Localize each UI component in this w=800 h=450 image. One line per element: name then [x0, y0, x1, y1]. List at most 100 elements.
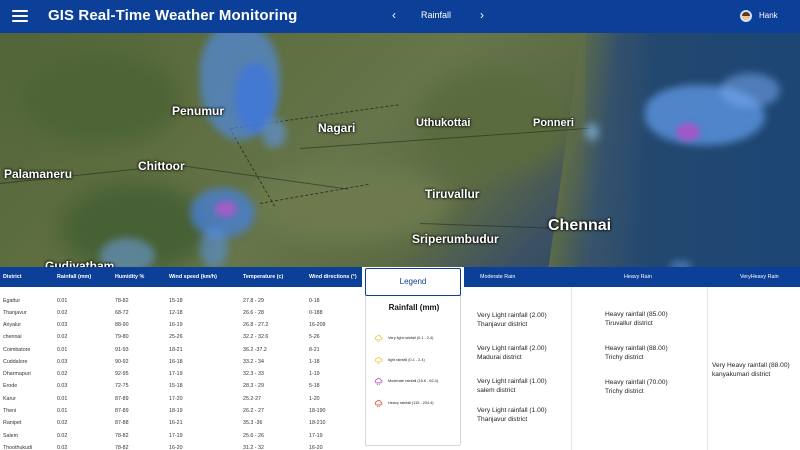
legend-item: Heavy rainfall (115 - 204.4) [374, 398, 434, 408]
rain-district: Thanjavur district [477, 416, 528, 423]
table-cell: 0.02 [57, 420, 68, 427]
table-cell: 28.3 - 29 [243, 383, 264, 390]
rain-entry: Heavy rainfall (70.00) Trichy district [605, 378, 668, 396]
table-cell: Karur [3, 395, 16, 402]
table-cell: 92-95 [115, 371, 129, 378]
table-cell: 0.01 [57, 346, 68, 353]
city-label: Penumur [172, 104, 225, 118]
rain-district: salem district [477, 387, 516, 394]
rain-amount: Very Light rainfall (1.00) [477, 378, 547, 385]
table-cell: 0.01 [57, 408, 68, 415]
table-row: Erode 0.03 72-75 15-18 28.3 - 29 5-18 [0, 380, 362, 392]
col-header-moderate: Moderate Rain [480, 274, 516, 280]
rain-district: Tiruvallur district [605, 320, 653, 327]
legend-label: light rainfall (0.1 - 2.4) [388, 358, 425, 362]
table-cell: 79-80 [115, 334, 129, 341]
rain-amount: Very Light rainfall (2.00) [477, 312, 547, 319]
table-cell: 18-19 [169, 408, 183, 415]
rain-district: Trichy district [605, 354, 644, 361]
table-cell: chennai [3, 334, 22, 341]
table-cell: 18-210 [309, 420, 326, 427]
chevron-right-icon[interactable]: › [480, 8, 484, 22]
table-cell: 90-92 [115, 358, 129, 365]
table-cell: Thoothukudi [3, 444, 33, 450]
table-cell: 87-89 [115, 395, 129, 402]
rain-entry: Very Heavy rainfall (88.00) kanyakumari d… [712, 361, 790, 379]
table-cell: 25.2-27 [243, 395, 261, 402]
table-row: Salem 0.02 78-82 17-19 25.6 - 26 17-19 [0, 429, 362, 441]
table-cell: 1-19 [309, 371, 320, 378]
legend-item: light rainfall (0.1 - 2.4) [374, 355, 425, 365]
table-row: chennai 0.02 79-80 25-26 32.2 - 32.6 5-26 [0, 331, 362, 343]
table-cell: 17-20 [169, 395, 183, 402]
user-name[interactable]: Hank [759, 11, 778, 20]
table-cell: 5-18 [309, 383, 320, 390]
menu-icon[interactable] [12, 10, 28, 22]
rain-entry: Very Light rainfall (2.00) Thanjavur dist… [477, 311, 547, 329]
rain-cloud-icon [374, 334, 383, 343]
table-cell: 35.3 -36 [243, 420, 263, 427]
table-cell: 0.01 [57, 297, 68, 304]
table-cell: 17-19 [169, 432, 183, 439]
table-cell: 17-19 [309, 432, 323, 439]
table-cell: 0.03 [57, 383, 68, 390]
rain-cloud-icon [374, 356, 383, 365]
chevron-left-icon[interactable]: ‹ [392, 8, 396, 22]
rain-amount: Very Light rainfall (1.00) [477, 407, 547, 414]
table-cell: 17-19 [169, 371, 183, 378]
table-cell: 0.03 [57, 358, 68, 365]
table-cell: 0.02 [57, 309, 68, 316]
legend-label: Heavy rainfall (115 - 204.4) [388, 401, 434, 405]
user-avatar[interactable] [740, 10, 752, 22]
table-row: Thoothukudi 0.02 78-82 16-20 31.2 - 32 16-20 [0, 441, 362, 450]
weather-map[interactable]: Penumur Nagari Uthukottai Ponneri Chitto… [0, 33, 800, 267]
city-label: Ponneri [533, 117, 574, 129]
rain-entry: Heavy rainfall (88.00) Trichy district [605, 344, 668, 362]
rain-amount: Very Light rainfall (2.00) [477, 345, 547, 352]
legend-panel: Legend Rainfall (mm) Very light rainfall… [365, 268, 461, 446]
legend-header: Legend [365, 268, 461, 296]
table-cell: 32.3 - 33 [243, 371, 264, 378]
table-cell: 0.03 [57, 321, 68, 328]
table-cell: 72-75 [115, 383, 129, 390]
rain-entry: Very Light rainfall (1.00) Thanjavur dist… [477, 406, 547, 424]
table-cell: 78-82 [115, 432, 129, 439]
city-label: Chennai [548, 217, 612, 234]
table-cell: 31.2 - 32 [243, 444, 264, 450]
table-cell: 5-26 [309, 334, 320, 341]
table-cell: Egattur [3, 297, 21, 304]
table-cell: 16-20 [309, 444, 323, 450]
col-header-heavy: Heavy Rain [624, 274, 652, 280]
table-row: Karur 0.01 87-89 17-20 25.2-27 1-20 [0, 392, 362, 404]
app-title: GIS Real-Time Weather Monitoring [48, 7, 298, 24]
table-cell: 91-93 [115, 346, 129, 353]
column-header: Wind speed (km/h) [166, 267, 240, 287]
table-cell: 0.02 [57, 444, 68, 450]
layer-name: Rainfall [420, 10, 451, 20]
table-cell: 16-20 [169, 444, 183, 450]
table-cell: 1-20 [309, 395, 320, 402]
column-header: Wind directions (°) [306, 267, 362, 287]
table-cell: 16-209 [309, 321, 326, 328]
rain-amount: Heavy rainfall (70.00) [605, 379, 668, 386]
city-label: Chittoor [138, 159, 185, 173]
rain-entry: Very Light rainfall (1.00) salem district [477, 377, 547, 395]
table-cell: Coimbatore [3, 346, 31, 353]
rain-amount: Heavy rainfall (88.00) [605, 345, 668, 352]
table-cell: 26.6 - 28 [243, 309, 264, 316]
table-cell: 27.8 - 29 [243, 297, 264, 304]
rain-amount: Very Heavy rainfall (88.00) [712, 362, 790, 369]
table-cell: 25-26 [169, 334, 183, 341]
table-row: Ranipet 0.02 87-88 16-21 35.3 -36 18-210 [0, 417, 362, 429]
table-cell: 0.02 [57, 432, 68, 439]
rain-district: Madurai district [477, 354, 522, 361]
legend-item: Very light rainfall (0.1 - 2.4) [374, 333, 433, 343]
table-cell: 33.2 - 34 [243, 358, 264, 365]
table-cell: 68-72 [115, 309, 129, 316]
rain-header: Moderate Rain Heavy Rain VeryHeavy Rain [464, 267, 800, 287]
table-cell: 26.8 - 27.2 [243, 321, 269, 328]
table-row: Coimbatore 0.01 91-93 18-21 36.2 -37.2 8-21 [0, 343, 362, 355]
table-cell: 32.2 - 32.6 [243, 334, 269, 341]
column-header: Humidity % [112, 267, 166, 287]
table-cell: 15-18 [169, 383, 183, 390]
